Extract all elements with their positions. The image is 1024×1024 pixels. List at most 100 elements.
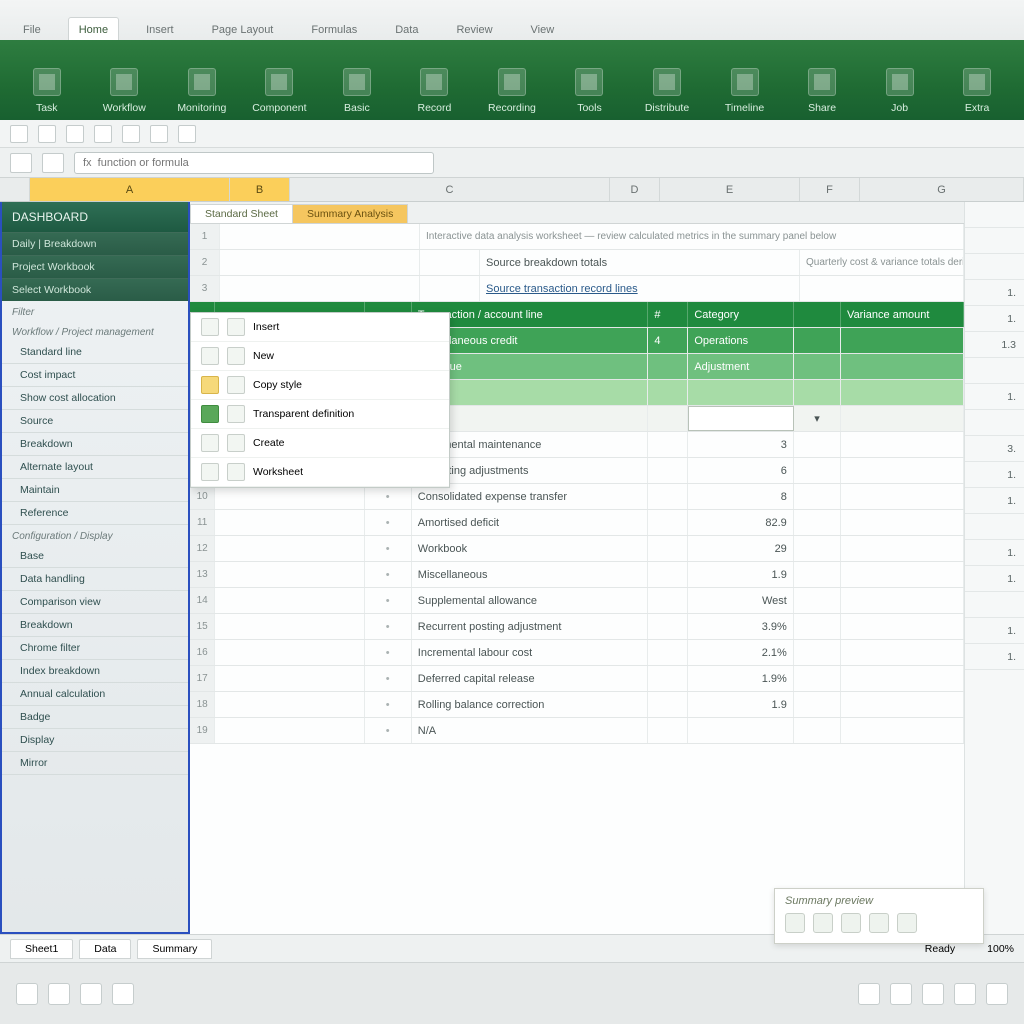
context-menu-item[interactable]: Worksheet — [191, 458, 449, 487]
column-header[interactable] — [0, 178, 30, 201]
spreadsheet-grid[interactable]: Standard Sheet Summary Analysis 1 Intera… — [190, 202, 964, 934]
name-box[interactable] — [10, 153, 32, 173]
column-header[interactable]: C — [290, 178, 610, 201]
sidebar-item[interactable]: Comparison view — [2, 591, 188, 614]
value-cell[interactable] — [965, 358, 1024, 384]
value-cell[interactable]: 1.3 — [965, 332, 1024, 358]
view-break-icon[interactable] — [80, 983, 102, 1005]
value-cell[interactable]: 1. — [965, 644, 1024, 670]
value-cell[interactable]: 1. — [965, 384, 1024, 410]
ribbon-group[interactable]: Recording — [473, 64, 551, 120]
sidebar-item[interactable]: Source — [2, 410, 188, 433]
column-header[interactable]: B — [230, 178, 290, 201]
ribbon-group[interactable]: Task — [8, 64, 86, 120]
sidebar-item[interactable]: Index breakdown — [2, 660, 188, 683]
column-header[interactable]: F — [800, 178, 860, 201]
cell[interactable] — [220, 224, 420, 249]
table-row[interactable]: 16•Incremental labour cost2.1% — [190, 640, 964, 666]
ribbon-group[interactable]: Workflow — [86, 64, 164, 120]
tool-icon[interactable] — [922, 983, 944, 1005]
table-row[interactable]: 19•N/A — [190, 718, 964, 744]
qa-chart-icon[interactable] — [178, 125, 196, 143]
context-menu-item[interactable]: Copy style — [191, 371, 449, 400]
sidebar-item[interactable]: Display — [2, 729, 188, 752]
context-menu-item[interactable]: Create — [191, 429, 449, 458]
menu-tab[interactable]: File — [12, 17, 52, 40]
value-cell[interactable]: 1. — [965, 618, 1024, 644]
value-cell[interactable] — [965, 228, 1024, 254]
col-header[interactable]: # — [648, 302, 688, 327]
value-cell[interactable] — [965, 592, 1024, 618]
tool-icon[interactable] — [858, 983, 880, 1005]
context-menu-item[interactable]: Insert — [191, 313, 449, 342]
sidebar-item[interactable]: Cost impact — [2, 364, 188, 387]
callout-grid-icon[interactable] — [841, 913, 861, 933]
menu-tab[interactable]: Insert — [135, 17, 185, 40]
sidebar-item[interactable]: Reference — [2, 502, 188, 525]
qa-filter-icon[interactable] — [150, 125, 168, 143]
sheet-tab[interactable]: Sheet1 — [10, 939, 73, 959]
worksheet-tab[interactable]: Summary Analysis — [292, 204, 408, 223]
menu-tab[interactable]: View — [520, 17, 566, 40]
sidebar-item[interactable]: Data handling — [2, 568, 188, 591]
section-link[interactable]: Source transaction record lines — [480, 276, 800, 301]
worksheet-tab[interactable]: Standard Sheet — [190, 204, 293, 223]
ribbon-group[interactable]: Share — [783, 64, 861, 120]
sidebar-item[interactable]: Alternate layout — [2, 456, 188, 479]
sidebar-section[interactable]: Project Workbook — [2, 255, 188, 278]
tool-icon[interactable] — [890, 983, 912, 1005]
table-row[interactable]: 15•Recurrent posting adjustment3.9% — [190, 614, 964, 640]
callout-grid-icon[interactable] — [813, 913, 833, 933]
cell[interactable] — [220, 250, 420, 275]
sidebar-section[interactable]: Select Workbook — [2, 278, 188, 301]
value-cell[interactable]: 1. — [965, 306, 1024, 332]
value-cell[interactable]: 1. — [965, 566, 1024, 592]
table-row[interactable]: 17•Deferred capital release1.9% — [190, 666, 964, 692]
ribbon-group[interactable]: Extra — [938, 64, 1016, 120]
qa-undo-icon[interactable] — [38, 125, 56, 143]
column-header[interactable]: A — [30, 178, 230, 201]
table-row[interactable]: 12•Workbook29 — [190, 536, 964, 562]
callout-list-icon[interactable] — [869, 913, 889, 933]
sidebar-section[interactable]: Daily | Breakdown — [2, 232, 188, 255]
column-header[interactable]: E — [660, 178, 800, 201]
dropdown[interactable] — [688, 406, 794, 431]
context-menu-item[interactable]: Transparent definition — [191, 400, 449, 429]
row-header[interactable]: 2 — [190, 250, 220, 275]
sidebar-item[interactable]: Breakdown — [2, 614, 188, 637]
sheet-tab[interactable]: Data — [79, 939, 131, 959]
qa-save-icon[interactable] — [10, 125, 28, 143]
zoom-level[interactable]: 100% — [987, 943, 1014, 955]
ribbon-group[interactable]: Timeline — [706, 64, 784, 120]
sidebar-item[interactable]: Breakdown — [2, 433, 188, 456]
callout-chart-icon[interactable] — [785, 913, 805, 933]
table-row[interactable]: 11•Amortised deficit82.9 — [190, 510, 964, 536]
value-cell[interactable]: 1. — [965, 540, 1024, 566]
ribbon-group[interactable]: Record — [396, 64, 474, 120]
value-cell[interactable]: 3. — [965, 436, 1024, 462]
menu-tab[interactable]: Page Layout — [201, 17, 285, 40]
context-menu-item[interactable]: New — [191, 342, 449, 371]
view-custom-icon[interactable] — [112, 983, 134, 1005]
tool-icon[interactable] — [986, 983, 1008, 1005]
callout-more-icon[interactable] — [897, 913, 917, 933]
value-cell[interactable] — [965, 410, 1024, 436]
ribbon-group[interactable]: Basic — [318, 64, 396, 120]
ribbon-group[interactable]: Monitoring — [163, 64, 241, 120]
value-cell[interactable] — [965, 254, 1024, 280]
menu-tab[interactable]: Review — [445, 17, 503, 40]
table-row[interactable]: 13•Miscellaneous1.9 — [190, 562, 964, 588]
sheet-tab[interactable]: Summary — [137, 939, 212, 959]
ribbon-group[interactable]: Tools — [551, 64, 629, 120]
column-header[interactable]: D — [610, 178, 660, 201]
menu-tab[interactable]: Data — [384, 17, 429, 40]
sidebar-item[interactable]: Base — [2, 545, 188, 568]
sidebar-item[interactable]: Badge — [2, 706, 188, 729]
view-layout-icon[interactable] — [48, 983, 70, 1005]
sidebar-item[interactable]: Chrome filter — [2, 637, 188, 660]
menu-tab[interactable]: Formulas — [300, 17, 368, 40]
sidebar-item[interactable]: Show cost allocation — [2, 387, 188, 410]
sidebar-item[interactable]: Mirror — [2, 752, 188, 775]
value-cell[interactable] — [965, 514, 1024, 540]
ribbon-group[interactable]: Job — [861, 64, 939, 120]
